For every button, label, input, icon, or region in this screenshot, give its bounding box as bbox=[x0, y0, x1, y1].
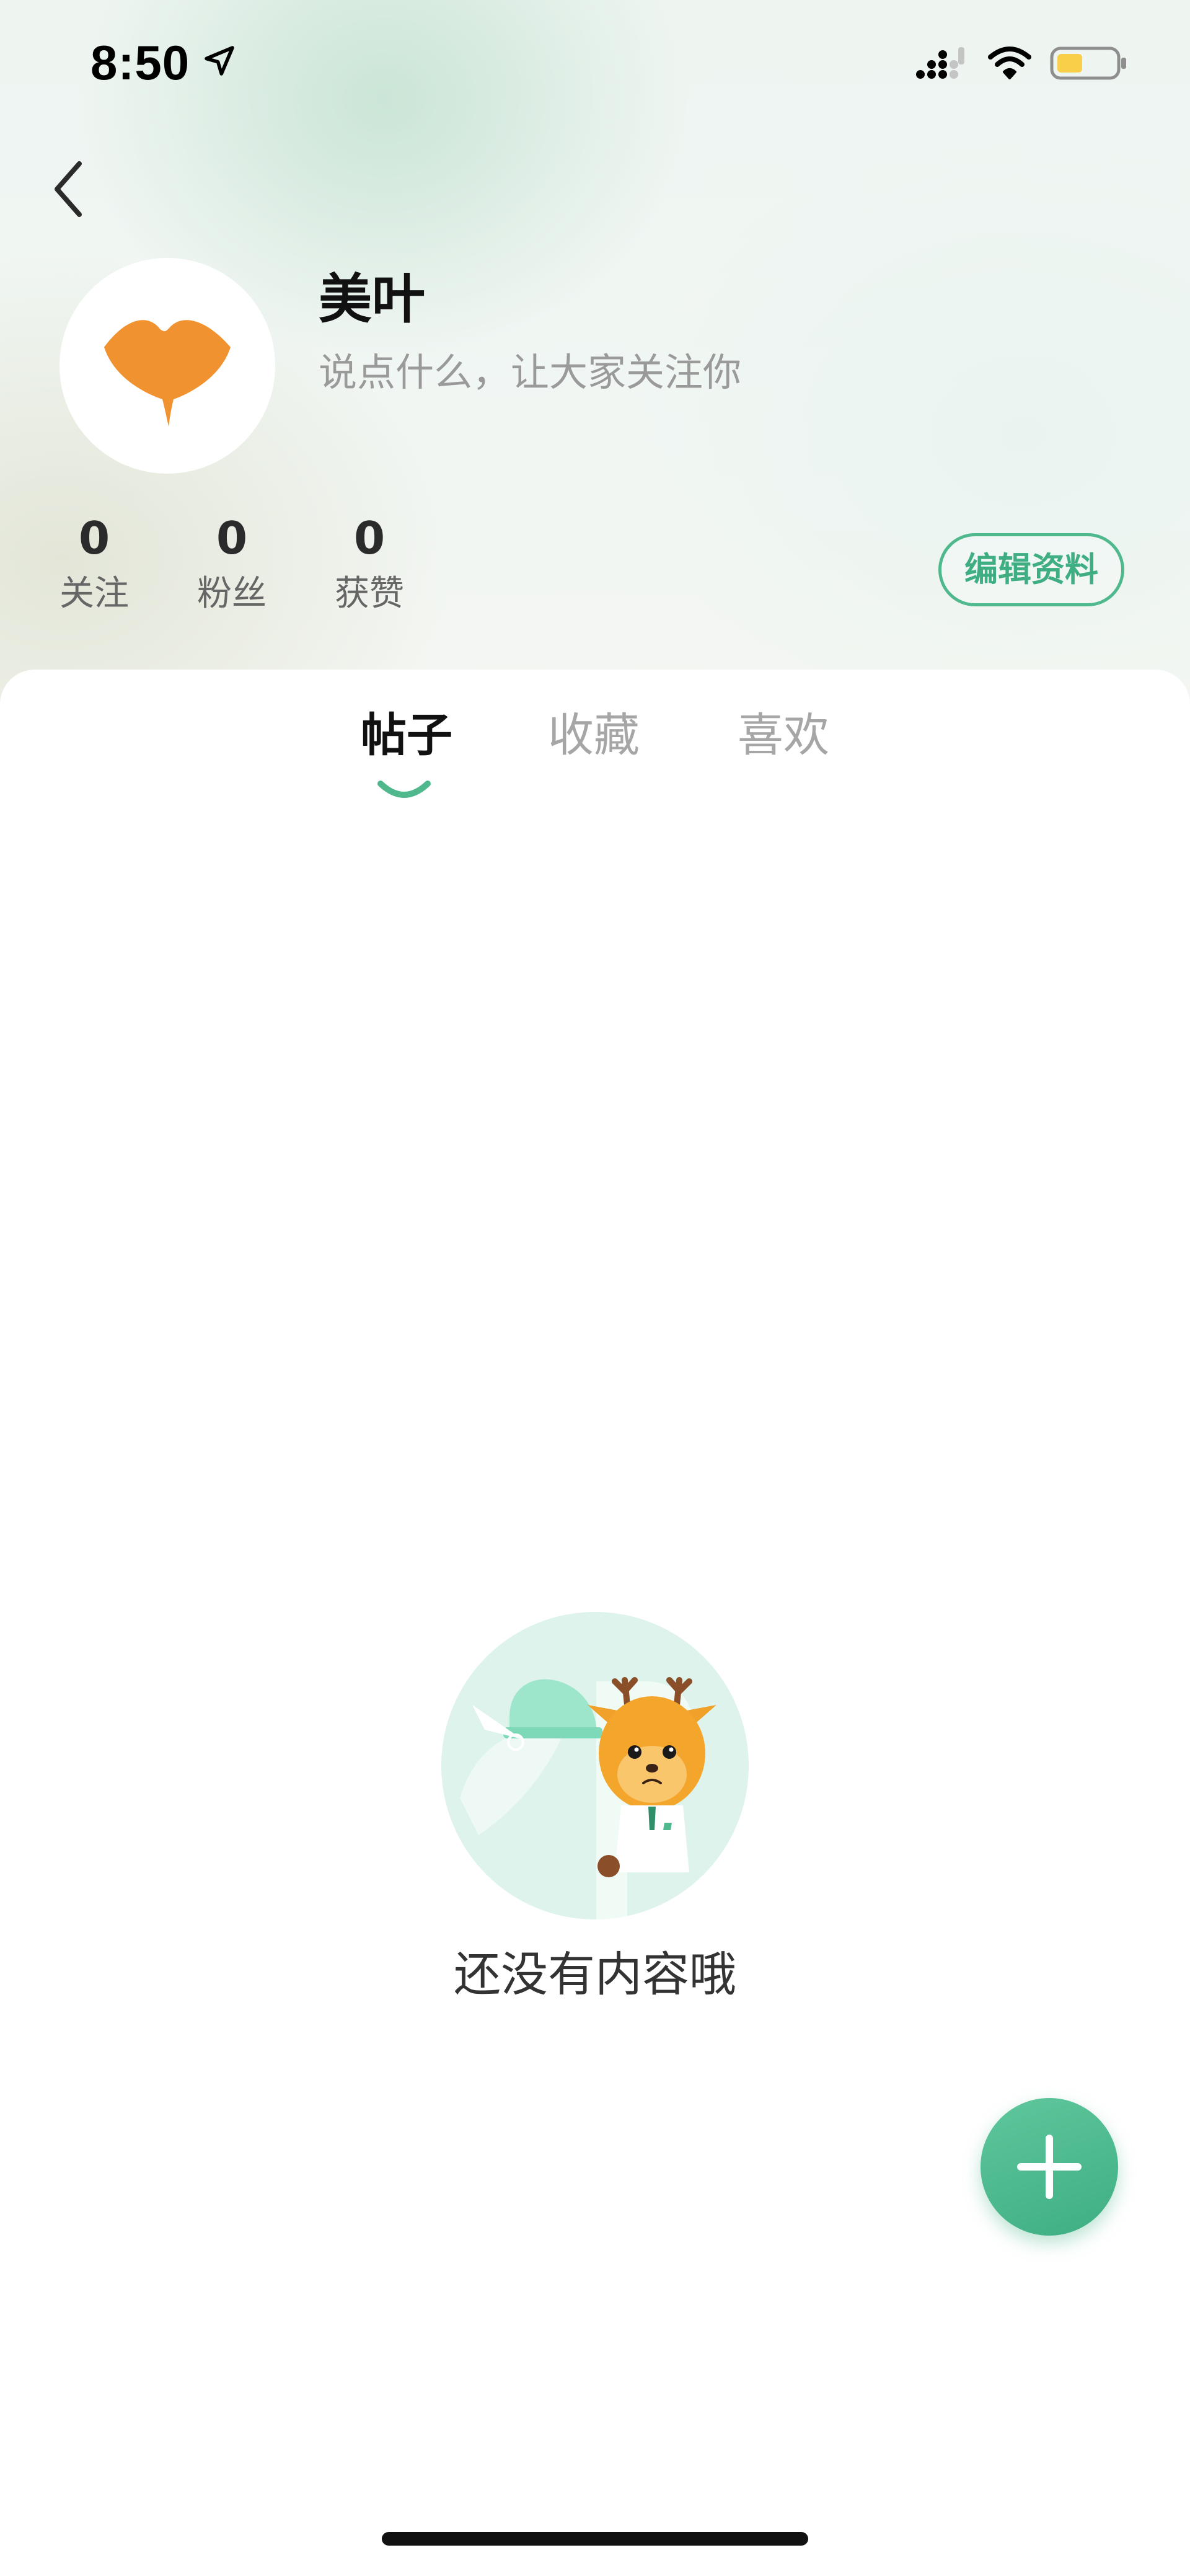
tab-favorites[interactable]: 收藏 bbox=[548, 704, 640, 766]
plus-icon bbox=[1017, 2135, 1082, 2199]
home-indicator bbox=[382, 2532, 808, 2546]
active-tab-indicator bbox=[377, 781, 431, 798]
stat-value: 0 bbox=[78, 512, 110, 564]
stat-label: 获赞 bbox=[335, 573, 404, 614]
bio-placeholder[interactable]: 说点什么，让大家关注你 bbox=[319, 345, 741, 401]
stat-value: 0 bbox=[216, 512, 248, 564]
tab-posts[interactable]: 帖子 bbox=[361, 704, 452, 766]
location-arrow-icon bbox=[205, 46, 234, 76]
deer-mascot-illustration bbox=[441, 1612, 749, 1919]
stat-label: 粉丝 bbox=[197, 573, 267, 614]
create-post-button[interactable] bbox=[981, 2098, 1118, 2236]
empty-state-message: 还没有内容哦 bbox=[454, 1947, 736, 2002]
stat-value: 0 bbox=[353, 512, 386, 564]
stat-fans[interactable]: 0 粉丝 bbox=[176, 507, 288, 619]
stat-likes[interactable]: 0 获赞 bbox=[314, 507, 425, 619]
stat-label: 关注 bbox=[60, 573, 129, 614]
wifi-icon bbox=[988, 46, 1031, 79]
status-bar: 8:50 bbox=[0, 0, 1190, 124]
edit-profile-button[interactable]: 编辑资料 bbox=[938, 533, 1124, 606]
status-time: 8:50 bbox=[90, 35, 190, 90]
back-button[interactable] bbox=[43, 155, 93, 223]
username: 美叶 bbox=[319, 268, 425, 330]
stat-following[interactable]: 0 关注 bbox=[38, 507, 150, 619]
cellular-signal-icon bbox=[916, 47, 964, 79]
chevron-left-icon bbox=[55, 161, 82, 217]
ginkgo-leaf-icon bbox=[104, 320, 231, 427]
tab-likes[interactable]: 喜欢 bbox=[738, 704, 829, 766]
avatar[interactable] bbox=[60, 258, 275, 474]
battery-icon bbox=[1050, 46, 1126, 80]
